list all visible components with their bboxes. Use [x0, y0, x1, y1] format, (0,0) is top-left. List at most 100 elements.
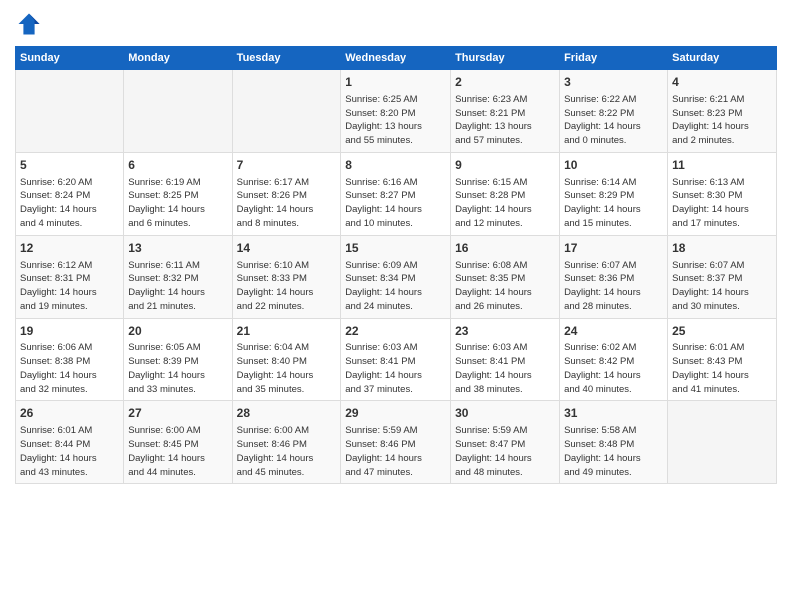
calendar-cell: 9Sunrise: 6:15 AMSunset: 8:28 PMDaylight… — [451, 152, 560, 235]
day-number: 15 — [345, 240, 446, 257]
calendar-cell: 7 Sunrise: 6:17 AMSunset: 8:26 PMDaylight… — [232, 152, 341, 235]
day-number: 14 — [237, 240, 337, 257]
day-number: 21 — [237, 323, 337, 340]
calendar-cell: 30 Sunrise: 5:59 AMSunset: 8:47 PMDayligh… — [451, 401, 560, 484]
calendar-cell: 14 Sunrise: 6:10 AMSunset: 8:33 PMDayligh… — [232, 235, 341, 318]
calendar-cell: 16 Sunrise: 6:08 AMSunset: 8:35 PMDayligh… — [451, 235, 560, 318]
day-info: Sunrise: 6:17 AMSunset: 8:26 PMDaylight:… — [237, 176, 337, 231]
calendar-cell: 2Sunrise: 6:23 AMSunset: 8:21 PMDaylight… — [451, 70, 560, 153]
day-info: Sunrise: 6:22 AMSunset: 8:22 PMDaylight:… — [564, 93, 663, 148]
day-info: Sunrise: 6:06 AMSunset: 8:38 PMDaylight:… — [20, 341, 119, 396]
weekday-header-friday: Friday — [560, 47, 668, 70]
day-info: Sunrise: 6:20 AMSunset: 8:24 PMDaylight:… — [20, 176, 119, 231]
day-info: Sunrise: 6:11 AMSunset: 8:32 PMDaylight:… — [128, 259, 227, 314]
day-number: 26 — [20, 405, 119, 422]
day-info: Sunrise: 5:59 AMSunset: 8:46 PMDaylight:… — [345, 424, 446, 479]
calendar-cell: 15 Sunrise: 6:09 AMSunset: 8:34 PMDayligh… — [341, 235, 451, 318]
calendar-cell: 23Sunrise: 6:03 AMSunset: 8:41 PMDayligh… — [451, 318, 560, 401]
weekday-header-sunday: Sunday — [16, 47, 124, 70]
day-number: 3 — [564, 74, 663, 91]
day-number: 19 — [20, 323, 119, 340]
day-number: 25 — [672, 323, 772, 340]
day-info: Sunrise: 6:21 AMSunset: 8:23 PMDaylight:… — [672, 93, 772, 148]
day-info: Sunrise: 6:01 AMSunset: 8:43 PMDaylight:… — [672, 341, 772, 396]
day-info: Sunrise: 6:16 AMSunset: 8:27 PMDaylight:… — [345, 176, 446, 231]
day-info: Sunrise: 6:07 AMSunset: 8:36 PMDaylight:… — [564, 259, 663, 314]
day-number: 12 — [20, 240, 119, 257]
calendar-cell: 4Sunrise: 6:21 AMSunset: 8:23 PMDaylight… — [668, 70, 777, 153]
day-number: 18 — [672, 240, 772, 257]
calendar-cell: 27 Sunrise: 6:00 AMSunset: 8:45 PMDayligh… — [124, 401, 232, 484]
calendar-cell: 3 Sunrise: 6:22 AMSunset: 8:22 PMDaylight… — [560, 70, 668, 153]
calendar-week-2: 5 Sunrise: 6:20 AMSunset: 8:24 PMDaylight… — [16, 152, 777, 235]
day-number: 31 — [564, 405, 663, 422]
day-info: Sunrise: 6:00 AMSunset: 8:45 PMDaylight:… — [128, 424, 227, 479]
weekday-header-monday: Monday — [124, 47, 232, 70]
calendar-table: SundayMondayTuesdayWednesdayThursdayFrid… — [15, 46, 777, 484]
calendar-cell: 22Sunrise: 6:03 AMSunset: 8:41 PMDayligh… — [341, 318, 451, 401]
weekday-header-tuesday: Tuesday — [232, 47, 341, 70]
calendar-cell: 25Sunrise: 6:01 AMSunset: 8:43 PMDayligh… — [668, 318, 777, 401]
day-number: 20 — [128, 323, 227, 340]
day-info: Sunrise: 6:13 AMSunset: 8:30 PMDaylight:… — [672, 176, 772, 231]
weekday-header-row: SundayMondayTuesdayWednesdayThursdayFrid… — [16, 47, 777, 70]
calendar-cell: 8 Sunrise: 6:16 AMSunset: 8:27 PMDaylight… — [341, 152, 451, 235]
day-info: Sunrise: 6:19 AMSunset: 8:25 PMDaylight:… — [128, 176, 227, 231]
day-info: Sunrise: 5:58 AMSunset: 8:48 PMDaylight:… — [564, 424, 663, 479]
day-number: 17 — [564, 240, 663, 257]
day-info: Sunrise: 6:08 AMSunset: 8:35 PMDaylight:… — [455, 259, 555, 314]
calendar-cell: 28Sunrise: 6:00 AMSunset: 8:46 PMDayligh… — [232, 401, 341, 484]
day-number: 16 — [455, 240, 555, 257]
day-info: Sunrise: 6:25 AMSunset: 8:20 PMDaylight:… — [345, 93, 446, 148]
calendar-cell — [16, 70, 124, 153]
calendar-header: SundayMondayTuesdayWednesdayThursdayFrid… — [16, 47, 777, 70]
calendar-cell: 26 Sunrise: 6:01 AMSunset: 8:44 PMDayligh… — [16, 401, 124, 484]
day-info: Sunrise: 6:05 AMSunset: 8:39 PMDaylight:… — [128, 341, 227, 396]
calendar-cell: 19Sunrise: 6:06 AMSunset: 8:38 PMDayligh… — [16, 318, 124, 401]
page-header — [15, 10, 777, 38]
day-number: 1 — [345, 74, 446, 91]
day-info: Sunrise: 6:09 AMSunset: 8:34 PMDaylight:… — [345, 259, 446, 314]
calendar-cell: 5 Sunrise: 6:20 AMSunset: 8:24 PMDaylight… — [16, 152, 124, 235]
day-number: 5 — [20, 157, 119, 174]
calendar-week-3: 12 Sunrise: 6:12 AMSunset: 8:31 PMDayligh… — [16, 235, 777, 318]
weekday-header-wednesday: Wednesday — [341, 47, 451, 70]
day-number: 23 — [455, 323, 555, 340]
day-info: Sunrise: 6:14 AMSunset: 8:29 PMDaylight:… — [564, 176, 663, 231]
calendar-cell: 21Sunrise: 6:04 AMSunset: 8:40 PMDayligh… — [232, 318, 341, 401]
calendar-week-1: 1 Sunrise: 6:25 AMSunset: 8:20 PMDaylight… — [16, 70, 777, 153]
logo — [15, 10, 47, 38]
day-info: Sunrise: 6:01 AMSunset: 8:44 PMDaylight:… — [20, 424, 119, 479]
day-number: 28 — [237, 405, 337, 422]
day-info: Sunrise: 6:04 AMSunset: 8:40 PMDaylight:… — [237, 341, 337, 396]
calendar-cell: 12 Sunrise: 6:12 AMSunset: 8:31 PMDayligh… — [16, 235, 124, 318]
calendar-cell — [124, 70, 232, 153]
day-info: Sunrise: 6:02 AMSunset: 8:42 PMDaylight:… — [564, 341, 663, 396]
calendar-cell: 31 Sunrise: 5:58 AMSunset: 8:48 PMDayligh… — [560, 401, 668, 484]
day-number: 10 — [564, 157, 663, 174]
calendar-cell: 20Sunrise: 6:05 AMSunset: 8:39 PMDayligh… — [124, 318, 232, 401]
day-number: 2 — [455, 74, 555, 91]
day-info: Sunrise: 6:12 AMSunset: 8:31 PMDaylight:… — [20, 259, 119, 314]
weekday-header-thursday: Thursday — [451, 47, 560, 70]
calendar-cell: 18 Sunrise: 6:07 AMSunset: 8:37 PMDayligh… — [668, 235, 777, 318]
calendar-body: 1 Sunrise: 6:25 AMSunset: 8:20 PMDaylight… — [16, 70, 777, 484]
day-info: Sunrise: 6:03 AMSunset: 8:41 PMDaylight:… — [455, 341, 555, 396]
calendar-cell — [668, 401, 777, 484]
calendar-cell: 10 Sunrise: 6:14 AMSunset: 8:29 PMDayligh… — [560, 152, 668, 235]
day-number: 30 — [455, 405, 555, 422]
day-number: 7 — [237, 157, 337, 174]
calendar-cell: 6 Sunrise: 6:19 AMSunset: 8:25 PMDaylight… — [124, 152, 232, 235]
day-number: 27 — [128, 405, 227, 422]
day-number: 6 — [128, 157, 227, 174]
calendar-cell: 17 Sunrise: 6:07 AMSunset: 8:36 PMDayligh… — [560, 235, 668, 318]
day-info: Sunrise: 6:10 AMSunset: 8:33 PMDaylight:… — [237, 259, 337, 314]
day-number: 29 — [345, 405, 446, 422]
day-info: Sunrise: 6:07 AMSunset: 8:37 PMDaylight:… — [672, 259, 772, 314]
calendar-cell: 13Sunrise: 6:11 AMSunset: 8:32 PMDayligh… — [124, 235, 232, 318]
day-info: Sunrise: 5:59 AMSunset: 8:47 PMDaylight:… — [455, 424, 555, 479]
day-info: Sunrise: 6:15 AMSunset: 8:28 PMDaylight:… — [455, 176, 555, 231]
weekday-header-saturday: Saturday — [668, 47, 777, 70]
calendar-cell: 24Sunrise: 6:02 AMSunset: 8:42 PMDayligh… — [560, 318, 668, 401]
day-number: 8 — [345, 157, 446, 174]
